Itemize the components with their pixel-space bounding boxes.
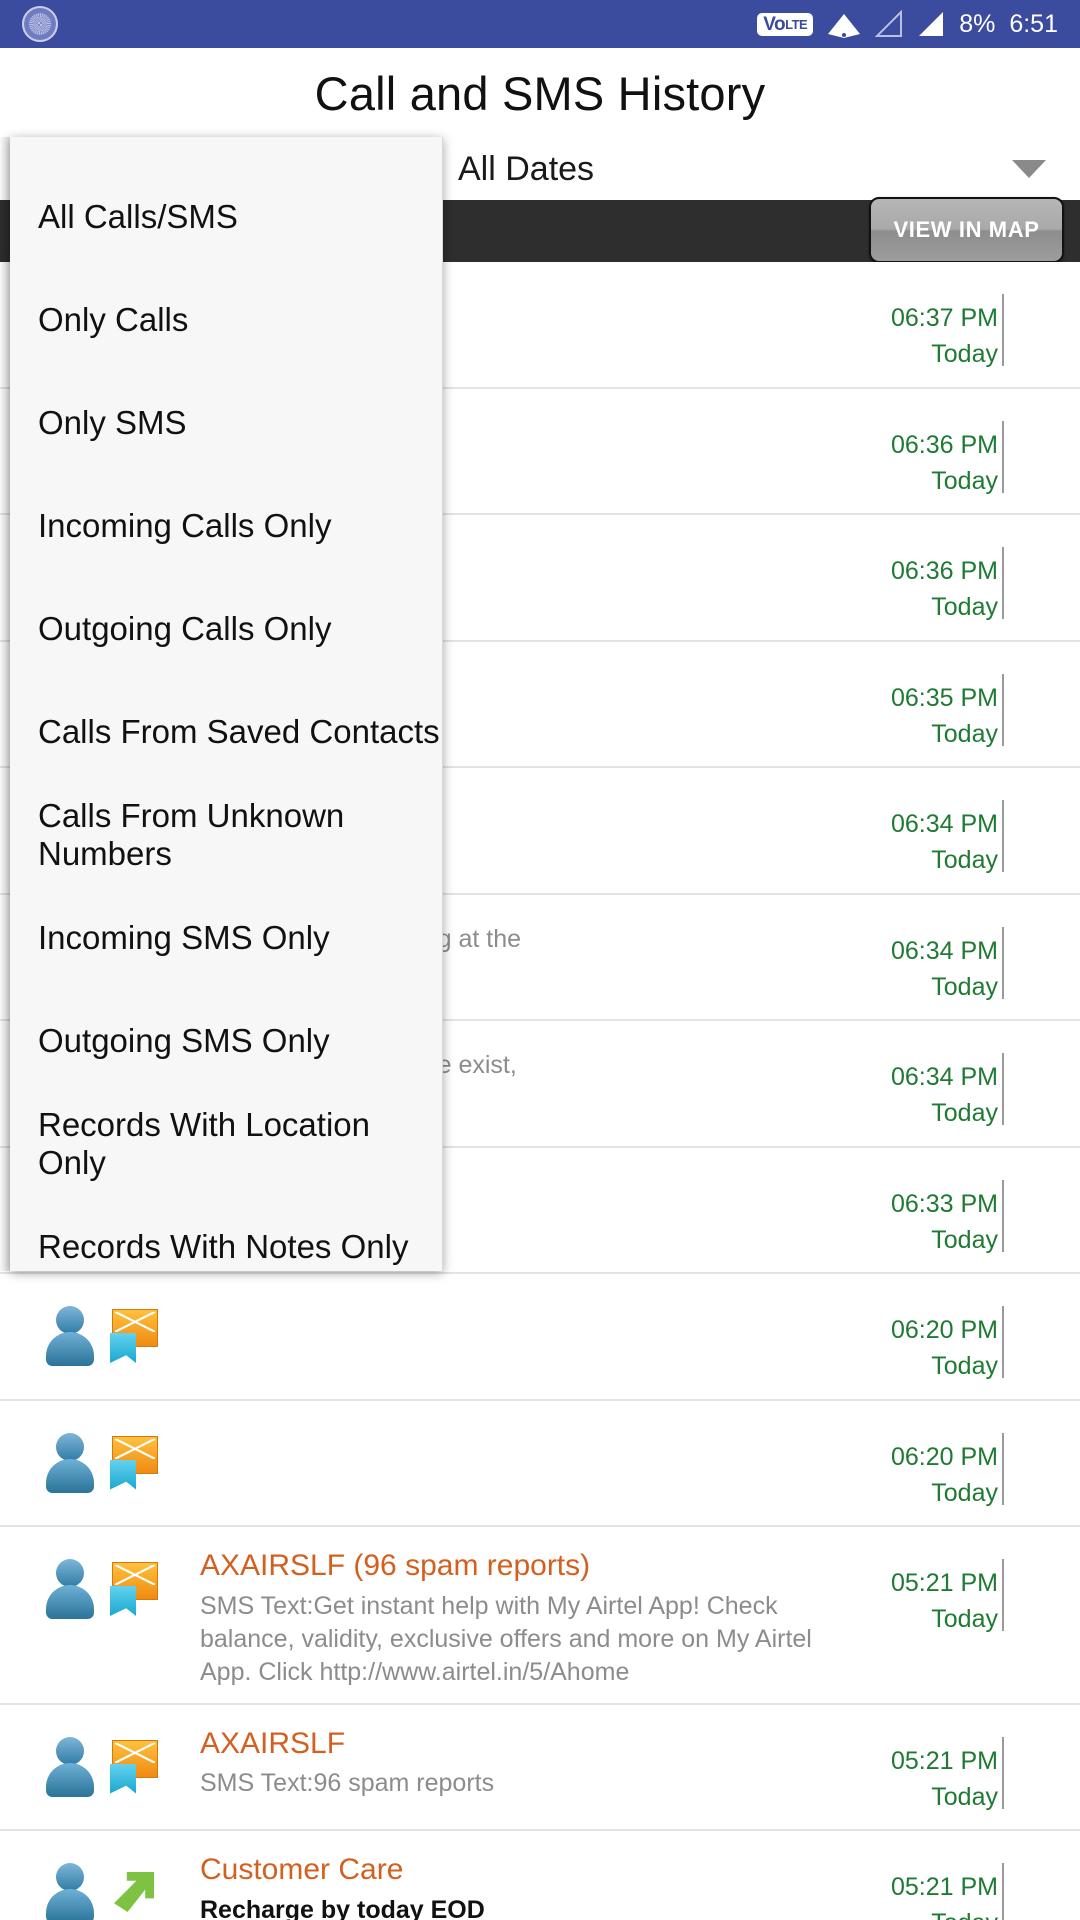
clock: 6:51	[1009, 9, 1058, 38]
timestamp-time: 06:36 PM	[890, 430, 998, 459]
timestamp-day: Today	[931, 593, 998, 622]
menu-item-only-sms[interactable]: Only SMS	[10, 371, 443, 474]
outgoing-call-icon	[106, 1864, 162, 1920]
row-content	[200, 1415, 830, 1423]
list-item[interactable]: 06:20 PM Today	[0, 1401, 1080, 1527]
menu-item-records-with-notes-only[interactable]: Records With Notes Only	[10, 1195, 443, 1298]
status-bar: Vo LTE 8% 6:51	[0, 0, 1080, 48]
contact-name: Customer Care	[200, 1853, 404, 1886]
chevron-down-icon	[1012, 160, 1046, 178]
type-filter-menu[interactable]: All Calls/SMS Only Calls Only SMS Incoming …	[0, 137, 443, 1271]
contact-name: AXAIRSLF	[200, 1726, 346, 1760]
timestamp-time: 06:37 PM	[890, 304, 998, 332]
timestamp-day: Today	[931, 719, 998, 748]
timestamp-day: Today	[931, 846, 998, 875]
timestamp: 06:34 PM Today	[830, 782, 1080, 879]
row-content: Customer Care Recharge by today EOD	[200, 1845, 830, 1920]
timestamp-time: 06:20 PM	[890, 1442, 998, 1471]
avatar	[44, 1432, 96, 1493]
sms-icon	[106, 1307, 162, 1365]
message-preview: Recharge by today EOD	[200, 1895, 485, 1920]
menu-item-records-with-location-only[interactable]: Records With Location Only	[10, 1092, 443, 1195]
page-title: Call and SMS History	[0, 48, 1080, 138]
timestamp: 06:20 PM Today	[830, 1288, 1080, 1385]
volte-prefix: Vo	[763, 13, 786, 35]
signal-bars-icon-1	[874, 9, 903, 38]
timestamp: 06:34 PM Today	[830, 909, 1080, 1006]
timestamp-time: 06:34 PM	[890, 1063, 998, 1091]
timestamp-time: 06:33 PM	[890, 1189, 998, 1218]
menu-item-calls-from-unknown-numbers[interactable]: Calls From Unknown Numbers	[10, 783, 443, 886]
timestamp-day: Today	[931, 1099, 998, 1128]
timestamp-time: 05:21 PM	[890, 1873, 998, 1901]
avatar	[44, 1863, 96, 1920]
view-in-map-button[interactable]: VIEW IN MAP	[869, 197, 1064, 263]
timestamp-day: Today	[931, 466, 998, 495]
timestamp: 05:21 PM Today	[830, 1541, 1080, 1638]
sms-icon	[106, 1738, 162, 1796]
contact-name: AXAIRSLF (96 spam reports)	[200, 1549, 591, 1582]
timestamp-day: Today	[931, 1478, 998, 1507]
timestamp: 05:21 PM Today	[830, 1719, 1080, 1816]
timestamp-time: 05:21 PM	[890, 1746, 998, 1775]
timestamp-day: Today	[931, 1782, 998, 1811]
wifi-icon	[827, 10, 861, 38]
list-item[interactable]: AXAIRSLF SMS Text:96 spam reports 05:21 PM…	[0, 1705, 1080, 1831]
avatar	[44, 1736, 96, 1797]
status-bar-left	[22, 6, 757, 42]
timestamp: 06:37 PM Today	[830, 276, 1080, 373]
timestamp-time: 06:34 PM	[890, 936, 998, 965]
timestamp-day: Today	[931, 1352, 998, 1381]
timestamp: 06:33 PM Today	[830, 1162, 1080, 1259]
menu-item-all-calls-sms[interactable]: All Calls/SMS	[10, 165, 443, 268]
timestamp: 06:34 PM Today	[830, 1035, 1080, 1132]
timestamp-day: Today	[830, 1905, 998, 1920]
timestamp: 06:35 PM Today	[830, 656, 1080, 753]
avatar	[44, 1559, 96, 1619]
timestamp-day: Today	[931, 1225, 998, 1254]
timestamp-time: 06:20 PM	[890, 1316, 998, 1344]
volte-icon: Vo LTE	[757, 12, 814, 36]
sms-icon	[106, 1434, 162, 1492]
timestamp-day: Today	[931, 340, 998, 369]
row-icons	[0, 1541, 200, 1619]
list-item[interactable]: Customer Care Recharge by today EOD 05:21 …	[0, 1831, 1080, 1920]
row-icons	[0, 1415, 200, 1493]
battery-percent: 8%	[959, 9, 996, 38]
row-content: AXAIRSLF SMS Text:96 spam reports	[200, 1719, 830, 1801]
message-preview: SMS Text:96 spam reports	[200, 1769, 495, 1797]
menu-item-incoming-calls-only[interactable]: Incoming Calls Only	[10, 474, 443, 577]
menu-item-outgoing-calls-only[interactable]: Outgoing Calls Only	[10, 577, 443, 680]
timestamp: 06:20 PM Today	[830, 1415, 1080, 1512]
sms-icon	[106, 1560, 162, 1618]
row-icons	[0, 1719, 200, 1797]
avatar	[44, 1306, 96, 1366]
row-icons	[0, 1288, 200, 1366]
volte-suffix: LTE	[785, 16, 808, 32]
menu-item-calls-from-saved-contacts[interactable]: Calls From Saved Contacts	[10, 680, 443, 783]
timestamp-time: 06:35 PM	[890, 683, 998, 712]
menu-item-only-calls[interactable]: Only Calls	[10, 268, 443, 371]
settings-gear-icon	[22, 6, 58, 42]
list-item[interactable]: AXAIRSLF (96 spam reports) SMS Text:Get i…	[0, 1527, 1080, 1705]
timestamp: 06:36 PM Today	[830, 529, 1080, 626]
message-preview: SMS Text:Get instant help with My Airtel…	[200, 1591, 812, 1686]
timestamp-time: 06:34 PM	[890, 810, 998, 838]
date-filter-value: All Dates	[458, 149, 595, 188]
timestamp-day: Today	[931, 972, 998, 1001]
timestamp: 05:21 PM Today	[830, 1845, 1080, 1920]
timestamp-time: 06:36 PM	[890, 557, 998, 585]
menu-item-incoming-sms-only[interactable]: Incoming SMS Only	[10, 886, 443, 989]
menu-item-outgoing-sms-only[interactable]: Outgoing SMS Only	[10, 989, 443, 1092]
row-icons	[0, 1845, 200, 1920]
timestamp-day: Today	[931, 1605, 998, 1634]
timestamp-time: 05:21 PM	[890, 1569, 998, 1597]
status-bar-right: Vo LTE 8% 6:51	[757, 10, 1058, 39]
timestamp: 06:36 PM Today	[830, 403, 1080, 500]
date-filter-dropdown[interactable]: All Dates	[440, 138, 1080, 200]
row-content: AXAIRSLF (96 spam reports) SMS Text:Get i…	[200, 1541, 830, 1689]
signal-bars-icon-2	[917, 10, 945, 38]
